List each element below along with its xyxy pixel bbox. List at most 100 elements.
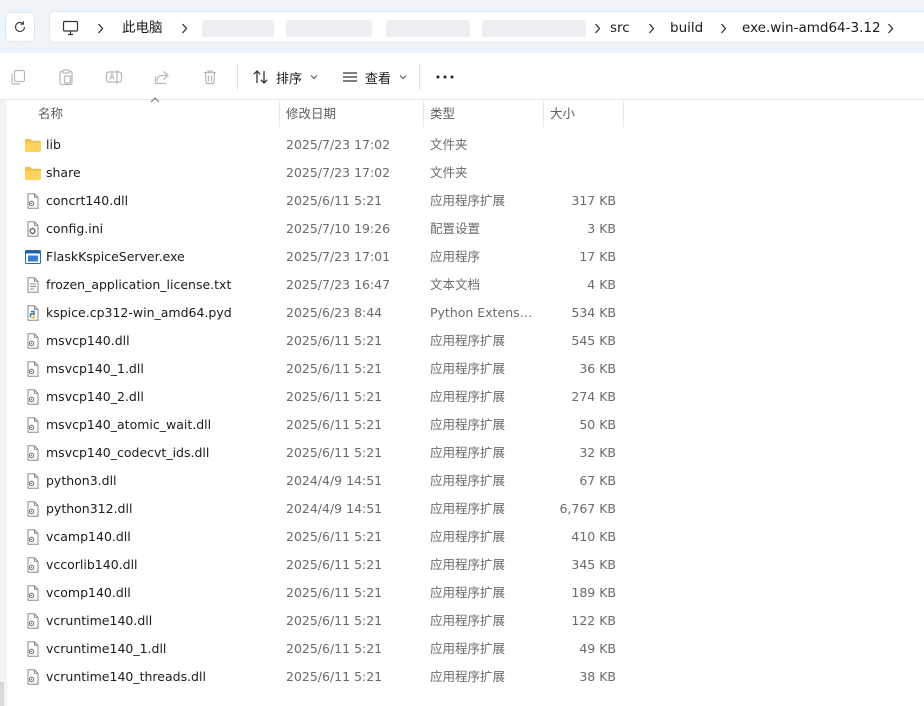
file-name: msvcp140_atomic_wait.dll <box>46 417 212 432</box>
table-row[interactable]: msvcp140_atomic_wait.dll 2025/6/11 5:21 应用… <box>7 411 907 439</box>
redacted-breadcrumb <box>202 20 274 37</box>
file-name: concrt140.dll <box>46 193 129 208</box>
file-date: 2025/6/11 5:21 <box>286 389 383 404</box>
file-type: 应用程序扩展 <box>430 529 506 544</box>
file-name: vcomp140.dll <box>46 585 131 600</box>
dll-file-icon <box>24 613 42 629</box>
file-size: 4 KB <box>587 277 616 292</box>
dll-file-icon <box>24 557 42 573</box>
column-header-type[interactable]: 类型 <box>430 100 535 127</box>
file-name: frozen_application_license.txt <box>46 277 232 292</box>
table-row[interactable]: python312.dll 2024/4/9 14:51 应用程序扩展 6,767 K… <box>7 495 907 523</box>
table-row[interactable]: FlaskKspiceServer.exe 2025/7/23 17:01 应用程序… <box>7 243 907 271</box>
refresh-icon <box>14 21 26 33</box>
column-header-date[interactable]: 修改日期 <box>286 100 416 127</box>
view-label: 查看 <box>365 71 392 87</box>
table-row[interactable]: msvcp140.dll 2025/6/11 5:21 应用程序扩展 545 KB <box>7 327 907 355</box>
address-bar[interactable]: 此电脑 src build exe.win-amd64-3.12 <box>49 11 924 43</box>
table-row[interactable]: vcamp140.dll 2025/6/11 5:21 应用程序扩展 410 KB <box>7 523 907 551</box>
folder-icon <box>24 137 42 153</box>
file-size: 38 KB <box>579 669 616 684</box>
sort-button[interactable]: 排序 <box>252 64 318 90</box>
table-row[interactable]: vcruntime140_1.dll 2025/6/11 5:21 应用程序扩展 49… <box>7 635 907 663</box>
column-header-size[interactable]: 大小 <box>550 100 615 127</box>
rename-button[interactable] <box>103 66 125 88</box>
chevron-down-icon <box>310 75 318 80</box>
table-row[interactable]: frozen_application_license.txt 2025/7/23 … <box>7 271 907 299</box>
table-row[interactable]: python3.dll 2024/4/9 14:51 应用程序扩展 67 KB <box>7 467 907 495</box>
file-date: 2025/6/11 5:21 <box>286 641 383 656</box>
view-list-icon <box>343 72 357 82</box>
file-size: 317 KB <box>571 193 616 208</box>
file-date: 2025/6/11 5:21 <box>286 529 383 544</box>
table-row[interactable]: vcomp140.dll 2025/6/11 5:21 应用程序扩展 189 KB <box>7 579 907 607</box>
breadcrumb-src[interactable]: src <box>610 12 630 44</box>
table-row[interactable]: vcruntime140_threads.dll 2025/6/11 5:21 应用… <box>7 663 907 691</box>
dll-file-icon <box>24 417 42 433</box>
file-date: 2025/7/23 16:47 <box>286 277 391 292</box>
column-divider[interactable] <box>423 100 424 127</box>
copy-icon <box>11 69 26 85</box>
file-size: 534 KB <box>571 305 616 320</box>
breadcrumb-this-pc[interactable]: 此电脑 <box>122 12 163 44</box>
toolbar-divider <box>419 64 420 90</box>
file-size <box>543 159 616 187</box>
breadcrumb-exe-folder[interactable]: exe.win-amd64-3.12 <box>742 12 881 44</box>
table-row[interactable]: msvcp140_1.dll 2025/6/11 5:21 应用程序扩展 36 KB <box>7 355 907 383</box>
chevron-right-icon[interactable] <box>885 21 895 35</box>
table-row[interactable]: vccorlib140.dll 2025/6/11 5:21 应用程序扩展 345 K… <box>7 551 907 579</box>
paste-button[interactable] <box>55 66 77 88</box>
file-name: python312.dll <box>46 501 133 516</box>
file-size: 49 KB <box>579 641 616 656</box>
chevron-right-icon[interactable] <box>646 21 656 35</box>
chevron-right-icon[interactable] <box>179 21 189 35</box>
table-row[interactable]: vcruntime140.dll 2025/6/11 5:21 应用程序扩展 122 … <box>7 607 907 635</box>
table-row[interactable]: config.ini 2025/7/10 19:26 配置设置 3 KB <box>7 215 907 243</box>
file-name: vcruntime140_1.dll <box>46 641 167 656</box>
file-size: 6,767 KB <box>559 501 616 516</box>
column-divider[interactable] <box>279 100 280 127</box>
refresh-button[interactable] <box>5 12 35 42</box>
table-row[interactable]: msvcp140_codecvt_ids.dll 2025/6/11 5:21 应用… <box>7 439 907 467</box>
chevron-right-icon[interactable] <box>95 21 105 35</box>
navigation-pane-edge <box>0 100 7 706</box>
copy-button[interactable] <box>7 66 29 88</box>
table-row[interactable]: share 2025/7/23 17:02 文件夹 <box>7 159 907 187</box>
column-divider[interactable] <box>623 100 624 127</box>
dll-file-icon <box>24 333 42 349</box>
dll-file-icon <box>24 585 42 601</box>
table-row[interactable]: kspice.cp312-win_amd64.pyd 2025/6/23 8:44… <box>7 299 907 327</box>
column-header-name[interactable]: 名称 <box>38 100 273 127</box>
share-button[interactable] <box>151 66 173 88</box>
address-bar-area: 此电脑 src build exe.win-amd64-3.12 <box>0 0 924 53</box>
table-row[interactable]: concrt140.dll 2025/6/11 5:21 应用程序扩展 317 KB <box>7 187 907 215</box>
chevron-right-icon[interactable] <box>718 21 728 35</box>
file-type: 应用程序扩展 <box>430 585 506 600</box>
file-date: 2025/6/11 5:21 <box>286 585 383 600</box>
redacted-breadcrumb <box>482 20 586 37</box>
file-name: kspice.cp312-win_amd64.pyd <box>46 305 232 320</box>
dll-file-icon <box>24 193 42 209</box>
column-divider[interactable] <box>543 100 544 127</box>
file-name: msvcp140.dll <box>46 333 130 348</box>
chevron-right-icon[interactable] <box>592 21 602 35</box>
table-row[interactable]: lib 2025/7/23 17:02 文件夹 <box>7 131 907 159</box>
file-name: python3.dll <box>46 473 117 488</box>
breadcrumb-build[interactable]: build <box>670 12 703 44</box>
file-date: 2024/4/9 14:51 <box>286 501 383 516</box>
file-size: 545 KB <box>571 333 616 348</box>
file-type: Python Extension Module <box>430 305 535 320</box>
command-bar: 排序 查看 <box>0 53 924 100</box>
file-type: 应用程序扩展 <box>430 389 506 404</box>
file-type: 文件夹 <box>430 165 468 180</box>
more-options-button[interactable] <box>433 64 457 90</box>
delete-button[interactable] <box>199 66 221 88</box>
dll-file-icon <box>24 669 42 685</box>
dll-file-icon <box>24 641 42 657</box>
navigation-pane-scroll[interactable] <box>0 682 4 706</box>
view-button[interactable]: 查看 <box>341 64 407 90</box>
file-type: 应用程序扩展 <box>430 193 506 208</box>
file-date: 2025/6/11 5:21 <box>286 669 383 684</box>
table-row[interactable]: msvcp140_2.dll 2025/6/11 5:21 应用程序扩展 274 KB <box>7 383 907 411</box>
dll-file-icon <box>24 473 42 489</box>
